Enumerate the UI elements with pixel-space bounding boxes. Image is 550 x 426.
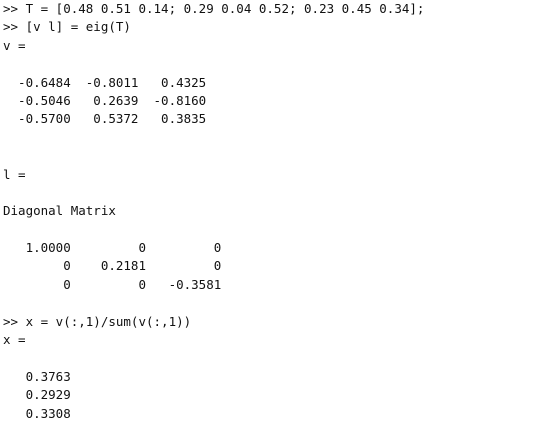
vector-row: 0.3763 bbox=[3, 368, 71, 384]
console-output[interactable]: >> T = [0.48 0.51 0.14; 0.29 0.04 0.52; … bbox=[0, 0, 550, 426]
variable-label: l = bbox=[3, 166, 26, 182]
matrix-type-label: Diagonal Matrix bbox=[3, 203, 116, 219]
matrix-row: 0 0 -0.3581 bbox=[3, 276, 222, 292]
command-line: >> T = [0.48 0.51 0.14; 0.29 0.04 0.52; … bbox=[3, 1, 425, 16]
vector-row: 0.3308 bbox=[3, 405, 71, 421]
command-line: >> [v l] = eig(T) bbox=[3, 19, 131, 35]
variable-label: v = bbox=[3, 37, 26, 53]
matrix-row: -0.5700 0.5372 0.3835 bbox=[3, 111, 207, 127]
matrix-row: 0 0.2181 0 bbox=[3, 258, 222, 274]
vector-row: 0.2929 bbox=[3, 387, 71, 403]
matrix-row: 1.0000 0 0 bbox=[3, 240, 222, 256]
matrix-row: -0.6484 -0.8011 0.4325 bbox=[3, 74, 207, 90]
command-line: >> x = v(:,1)/sum(v(:,1)) bbox=[3, 313, 192, 329]
variable-label: x = bbox=[3, 332, 26, 348]
matrix-row: -0.5046 0.2639 -0.8160 bbox=[3, 92, 207, 108]
